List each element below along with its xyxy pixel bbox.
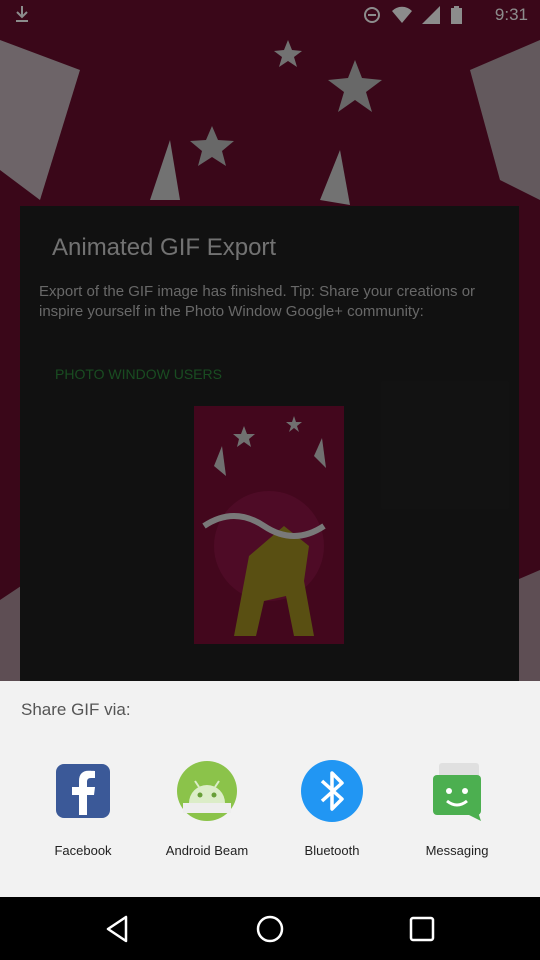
bluetooth-icon [300, 759, 364, 823]
recents-icon [409, 916, 435, 942]
share-app-label: Bluetooth [304, 843, 360, 858]
share-app-label: Facebook [54, 843, 112, 858]
home-button[interactable] [254, 913, 286, 945]
home-icon [256, 915, 284, 943]
messaging-icon [425, 759, 489, 823]
share-app-label: Android Beam [165, 843, 249, 858]
back-button[interactable] [102, 913, 134, 945]
share-app-label: Messaging [425, 843, 489, 858]
facebook-icon [51, 759, 115, 823]
android-beam-icon [175, 759, 239, 823]
share-sheet-title: Share GIF via: [21, 700, 131, 719]
back-icon [106, 915, 128, 943]
navigation-bar [0, 897, 540, 960]
share-app-facebook[interactable]: Facebook [23, 759, 143, 858]
share-app-bluetooth[interactable]: Bluetooth [272, 759, 392, 858]
recents-button[interactable] [406, 913, 438, 945]
share-sheet: Share GIF via: Facebook Android Beam Blu… [0, 681, 540, 897]
share-app-messaging[interactable]: Messaging [397, 759, 517, 858]
share-app-android-beam[interactable]: Android Beam [147, 759, 267, 858]
